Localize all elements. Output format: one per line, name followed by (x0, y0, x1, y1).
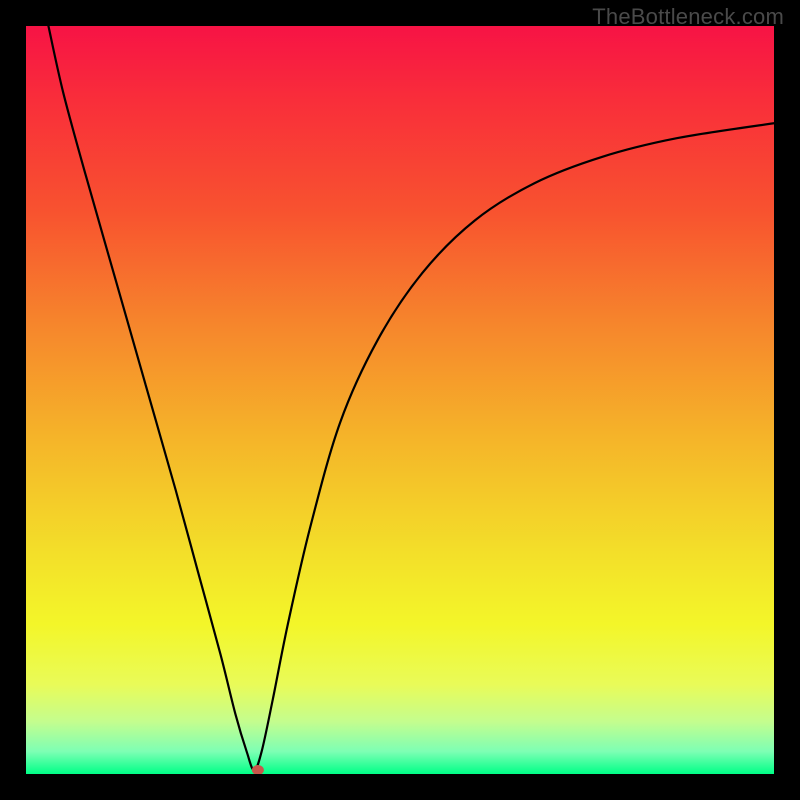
plot-area (26, 26, 774, 774)
chart-canvas (26, 26, 774, 774)
figure-frame: TheBottleneck.com (0, 0, 800, 800)
chart-background-gradient (26, 26, 774, 774)
